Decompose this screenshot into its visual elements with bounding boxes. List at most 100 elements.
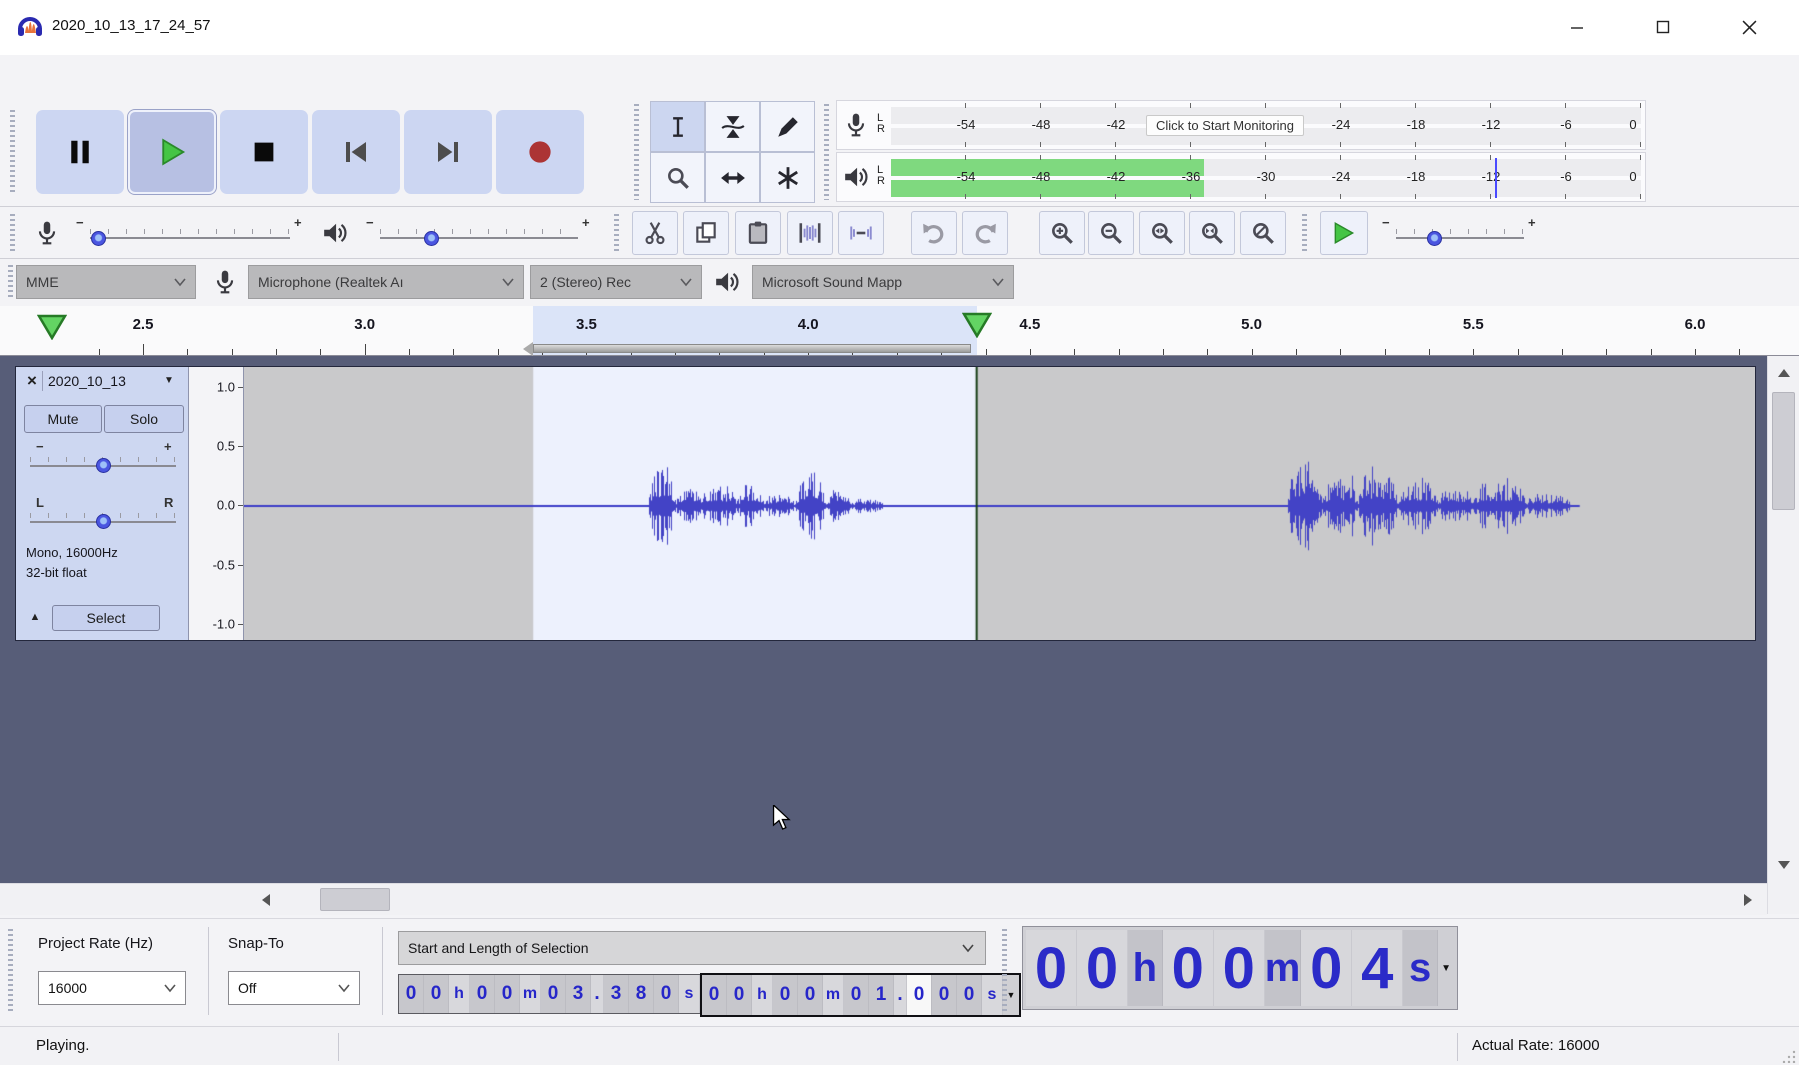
output-volume-slider-thumb[interactable] bbox=[424, 231, 439, 246]
time-unit[interactable]: h bbox=[752, 975, 773, 1015]
redo-button[interactable] bbox=[962, 211, 1008, 255]
pan-slider-thumb[interactable] bbox=[96, 514, 111, 529]
time-unit[interactable]: h bbox=[449, 975, 470, 1013]
horizontal-scrollbar[interactable] bbox=[0, 883, 1767, 915]
toolbar-grip[interactable] bbox=[824, 104, 829, 200]
toolbar-grip[interactable] bbox=[634, 104, 639, 200]
time-digit[interactable]: 0 bbox=[727, 975, 752, 1015]
solo-button[interactable]: Solo bbox=[104, 405, 184, 433]
recording-meter[interactable]: LR-54-48-42-36-30-24-18-12-60Click to St… bbox=[836, 100, 1646, 150]
input-volume-slider-thumb[interactable] bbox=[91, 231, 106, 246]
multi-tool-tool-button[interactable] bbox=[760, 152, 815, 203]
hscroll-thumb[interactable] bbox=[320, 888, 390, 911]
waveform-view[interactable] bbox=[244, 367, 1755, 640]
project-rate-combo[interactable]: 16000 bbox=[38, 971, 186, 1005]
playback-meter[interactable]: LR-54-48-42-36-30-24-18-12-60 bbox=[836, 152, 1646, 202]
audio-host-combo[interactable]: MME bbox=[16, 265, 196, 299]
pause-button[interactable] bbox=[36, 110, 124, 194]
time-unit[interactable]: . bbox=[591, 975, 604, 1013]
time-digit[interactable]: 0 bbox=[424, 975, 449, 1013]
fit-selection-button[interactable] bbox=[1139, 211, 1185, 255]
time-digit[interactable]: 0 bbox=[702, 975, 727, 1015]
snap-to-combo[interactable]: Off bbox=[228, 971, 360, 1005]
time-digit[interactable]: 0 bbox=[844, 975, 869, 1015]
bigtime-digit[interactable]: 4 bbox=[1352, 930, 1403, 1006]
time-digit[interactable]: 0 bbox=[541, 975, 566, 1013]
time-digit[interactable]: 0 bbox=[470, 975, 495, 1013]
toolbar-grip[interactable] bbox=[10, 214, 15, 252]
zoom-in-button[interactable] bbox=[1039, 211, 1085, 255]
toolbar-grip[interactable] bbox=[8, 265, 13, 299]
selection-start-arrow-icon[interactable] bbox=[523, 342, 533, 356]
time-digit[interactable]: 1 bbox=[869, 975, 894, 1015]
fit-project-button[interactable] bbox=[1189, 211, 1235, 255]
mute-button[interactable]: Mute bbox=[24, 405, 102, 433]
vertical-ruler[interactable]: 1.00.50.0-0.5-1.0 bbox=[189, 367, 244, 640]
time-digit[interactable]: 0 bbox=[798, 975, 823, 1015]
track-menu-arrow-icon[interactable]: ▼ bbox=[164, 375, 174, 386]
bigtime-digit[interactable]: 0 bbox=[1301, 930, 1352, 1006]
time-digit[interactable]: 0 bbox=[495, 975, 520, 1013]
bigtime-digit[interactable]: 0 bbox=[1026, 930, 1077, 1006]
minimize-button[interactable] bbox=[1544, 0, 1610, 54]
time-digit[interactable]: 0 bbox=[907, 975, 932, 1015]
draw-tool-button[interactable] bbox=[760, 101, 815, 152]
time-digit[interactable]: 0 bbox=[654, 975, 679, 1013]
scroll-right-arrow-icon[interactable] bbox=[1731, 884, 1763, 915]
selection-length-field[interactable]: 00h00m01.000s▼ bbox=[700, 973, 1021, 1017]
time-digit[interactable]: 0 bbox=[932, 975, 957, 1015]
undo-button[interactable] bbox=[911, 211, 957, 255]
recording-channels-combo[interactable]: 2 (Stereo) Rec bbox=[530, 265, 702, 299]
selection-range-bar[interactable] bbox=[533, 344, 970, 353]
play-speed-slider-thumb[interactable] bbox=[1427, 231, 1442, 246]
time-digit[interactable]: 0 bbox=[399, 975, 424, 1013]
selection-tool-button[interactable] bbox=[650, 101, 705, 152]
playback-device-combo[interactable]: Microsoft Sound Mapp bbox=[752, 265, 1014, 299]
timeline-ruler[interactable]: 2.53.03.54.04.55.05.56.0 bbox=[0, 306, 1799, 356]
toolbar-grip[interactable] bbox=[10, 110, 15, 194]
track-close-button[interactable]: × bbox=[22, 371, 43, 391]
time-unit[interactable]: s bbox=[679, 975, 700, 1013]
playhead-indicator-icon[interactable] bbox=[962, 312, 992, 338]
vscroll-thumb[interactable] bbox=[1772, 392, 1795, 510]
trim-audio-button[interactable] bbox=[787, 211, 833, 255]
scroll-left-arrow-icon[interactable] bbox=[250, 884, 282, 915]
bigtime-digit[interactable]: 0 bbox=[1163, 930, 1214, 1006]
resize-grip-icon[interactable] bbox=[1782, 1049, 1796, 1063]
record-button[interactable] bbox=[496, 110, 584, 194]
selection-mode-combo[interactable]: Start and Length of Selection bbox=[398, 931, 986, 965]
time-unit[interactable]: s bbox=[982, 975, 1003, 1015]
bigtime-unit[interactable]: m bbox=[1265, 930, 1302, 1006]
paste-button[interactable] bbox=[735, 211, 781, 255]
zoom-tool-button[interactable] bbox=[650, 152, 705, 203]
stop-button[interactable] bbox=[220, 110, 308, 194]
selection-start-field[interactable]: 00h00m03.380s▼ bbox=[398, 974, 717, 1014]
time-digit[interactable]: 3 bbox=[566, 975, 591, 1013]
time-unit[interactable]: m bbox=[520, 975, 541, 1013]
track-select-button[interactable]: Select bbox=[52, 605, 160, 631]
playback-meter-scale[interactable]: -54-48-42-36-30-24-18-12-60 bbox=[891, 155, 1641, 199]
track-title[interactable]: 2020_10_13 bbox=[48, 373, 126, 389]
scroll-up-arrow-icon[interactable] bbox=[1768, 360, 1799, 386]
toolbar-grip[interactable] bbox=[8, 929, 13, 1013]
recording-device-combo[interactable]: Microphone (Realtek Aı bbox=[248, 265, 524, 299]
silence-audio-button[interactable] bbox=[838, 211, 884, 255]
gain-slider-thumb[interactable] bbox=[96, 458, 111, 473]
zoom-toggle-button[interactable] bbox=[1240, 211, 1286, 255]
time-unit[interactable]: m bbox=[823, 975, 844, 1015]
monitor-prompt[interactable]: Click to Start Monitoring bbox=[1146, 115, 1304, 136]
time-unit[interactable]: . bbox=[894, 975, 907, 1015]
audio-position-display[interactable]: 00h00m04s▼ bbox=[1022, 926, 1458, 1010]
bigtime-digit[interactable]: 0 bbox=[1077, 930, 1128, 1006]
maximize-button[interactable] bbox=[1630, 0, 1696, 54]
collapse-track-button[interactable]: ▲ bbox=[24, 605, 46, 629]
envelope-tool-button[interactable] bbox=[705, 101, 760, 152]
time-shift-tool-button[interactable] bbox=[705, 152, 760, 203]
time-digit[interactable]: 8 bbox=[629, 975, 654, 1013]
toolbar-grip[interactable] bbox=[614, 214, 619, 252]
play-at-speed-button[interactable] bbox=[1320, 211, 1368, 255]
toolbar-grip[interactable] bbox=[1002, 929, 1007, 1013]
time-digit[interactable]: 0 bbox=[957, 975, 982, 1015]
scroll-down-arrow-icon[interactable] bbox=[1768, 852, 1799, 878]
close-button[interactable] bbox=[1716, 0, 1782, 54]
